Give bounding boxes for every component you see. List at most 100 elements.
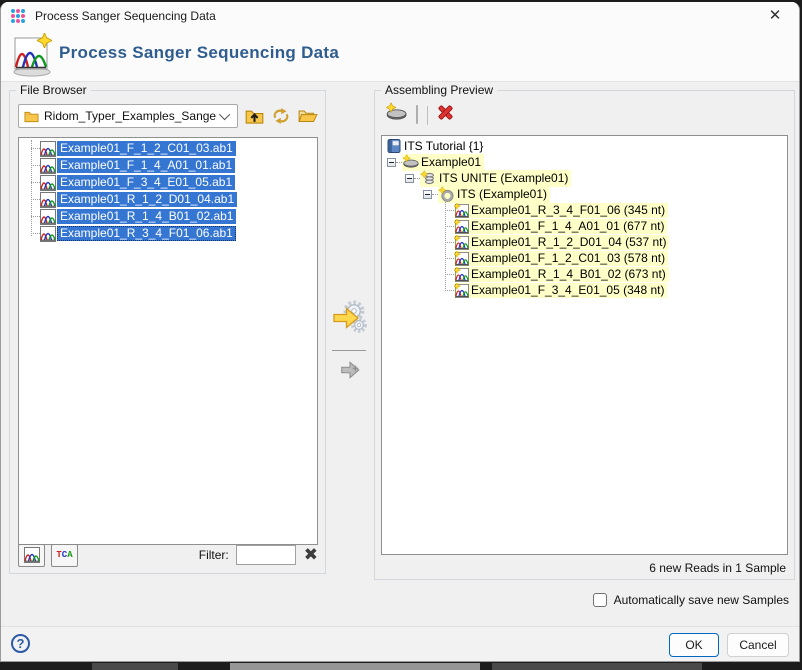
autosave-option[interactable]: Automatically save new Samples (593, 593, 789, 607)
delete-button[interactable] (437, 104, 454, 126)
folder-path-dropdown[interactable]: Ridom_Typer_Examples_Sanger_ITS/ (18, 104, 238, 128)
chevron-down-icon (219, 109, 230, 120)
tree-connector (445, 226, 454, 227)
divider (332, 350, 366, 351)
tree-row-project[interactable]: ITS Tutorial {1} (382, 138, 787, 154)
read-label: Example01_R_3_4_F01_06 (345 nt) (471, 203, 665, 217)
title-bar[interactable]: Process Sanger Sequencing Data ✕ (1, 2, 799, 30)
read-chromatogram-icon (454, 267, 469, 282)
tree-connector (445, 274, 454, 275)
tree-connector (445, 258, 454, 259)
tree-row-read[interactable]: Example01_F_3_4_E01_05 (348 nt) (382, 282, 787, 298)
new-sample-button[interactable] (385, 102, 407, 129)
cancel-button[interactable]: Cancel (727, 633, 789, 657)
show-sequence-files-toggle[interactable]: TCA (51, 544, 78, 567)
tree-row-locus[interactable]: ITS (Example01) (382, 186, 787, 202)
read-chromatogram-icon (454, 235, 469, 250)
file-browser-group-label: File Browser (16, 83, 91, 97)
tree-row-read[interactable]: Example01_F_1_4_A01_01 (677 nt) (382, 218, 787, 234)
new-sample-icon (385, 102, 407, 124)
file-browser-panel: File Browser Ridom_Typer_Examples_Sanger… (9, 90, 326, 574)
tree-connector (445, 210, 454, 211)
autosave-label: Automatically save new Samples (614, 593, 789, 607)
chromatogram-file-icon (40, 209, 56, 225)
chromatogram-filter-icon (24, 547, 40, 563)
collapse-toggle[interactable] (405, 174, 414, 183)
folder-path-value: Ridom_Typer_Examples_Sanger_ITS/ (44, 109, 217, 123)
page-title: Process Sanger Sequencing Data (59, 43, 339, 63)
file-name: Example01_R_1_4_B01_02.ab1 (57, 209, 236, 224)
preview-tree[interactable]: ITS Tutorial {1} Example01 (381, 135, 788, 555)
transfer-column (326, 90, 374, 580)
tree-row-read[interactable]: Example01_R_1_2_D01_04 (537 nt) (382, 234, 787, 250)
refresh-button[interactable] (270, 105, 292, 127)
process-sanger-dialog: Process Sanger Sequencing Data ✕ Process… (0, 2, 800, 662)
read-chromatogram-icon (454, 219, 469, 234)
close-icon[interactable]: ✕ (759, 4, 791, 28)
file-name: Example01_F_1_2_C01_03.ab1 (57, 141, 236, 156)
filter-input[interactable] (236, 545, 296, 565)
add-without-processing-button[interactable] (338, 358, 362, 382)
file-row[interactable]: Example01_R_1_4_B01_02.ab1 (19, 208, 317, 225)
scheme-icon (420, 170, 437, 187)
process-and-add-button[interactable] (331, 298, 369, 336)
folder-icon (24, 109, 39, 124)
read-chromatogram-icon (454, 251, 469, 266)
tree-row-read[interactable]: Example01_R_1_4_B01_02 (673 nt) (382, 266, 787, 282)
show-trace-files-toggle[interactable] (18, 544, 45, 567)
locus-label: ITS (Example01) (457, 187, 547, 201)
clear-filter-icon[interactable]: ✖ (304, 545, 318, 565)
tree-row-read[interactable]: Example01_F_1_2_C01_03 (578 nt) (382, 250, 787, 266)
delete-x-icon (437, 104, 454, 121)
tree-connector (31, 182, 40, 183)
sample-icon (402, 154, 419, 171)
assembling-preview-group-label: Assembling Preview (381, 83, 497, 97)
window-title: Process Sanger Sequencing Data (35, 9, 216, 23)
gray-arrow-plus-icon (339, 359, 361, 381)
tree-connector (31, 216, 40, 217)
file-row[interactable]: Example01_F_1_4_A01_01.ab1 (19, 157, 317, 174)
chromatogram-file-icon (40, 175, 56, 191)
collapse-toggle[interactable] (423, 190, 432, 199)
file-row[interactable]: Example01_F_1_2_C01_03.ab1 (19, 140, 317, 157)
app-icon (11, 9, 26, 24)
file-name: Example01_F_3_4_E01_05.ab1 (57, 175, 235, 190)
tree-row-scheme[interactable]: ITS UNITE (Example01) (382, 170, 787, 186)
file-row[interactable]: Example01_F_3_4_E01_05.ab1 (19, 174, 317, 191)
read-label: Example01_R_1_4_B01_02 (673 nt) (471, 267, 666, 281)
tree-connector (31, 165, 40, 166)
folder-up-button[interactable] (243, 105, 265, 127)
chromatogram-file-icon (40, 226, 56, 242)
button-bar: ? OK Cancel (1, 626, 799, 661)
tree-row-sample[interactable]: Example01 (382, 154, 787, 170)
ok-button[interactable]: OK (669, 633, 719, 657)
minus-icon (416, 105, 418, 124)
chromatogram-file-icon (40, 192, 56, 208)
open-folder-button[interactable] (297, 105, 319, 127)
open-folder-icon (298, 107, 318, 125)
tree-connector (31, 233, 40, 234)
help-icon[interactable]: ? (11, 634, 30, 653)
read-label: Example01_F_1_2_C01_03 (578 nt) (471, 251, 665, 265)
file-list[interactable]: Example01_F_1_2_C01_03.ab1 Example01_F_1… (18, 137, 318, 545)
autosave-checkbox[interactable] (593, 593, 607, 607)
tree-row-read[interactable]: Example01_R_3_4_F01_06 (345 nt) (382, 202, 787, 218)
assembling-preview-panel: Assembling Preview ITS Tutorial {1} (374, 90, 795, 580)
file-name: Example01_R_1_2_D01_04.ab1 (57, 192, 237, 207)
file-row[interactable]: Example01_R_3_4_F01_06.ab1 (19, 225, 317, 242)
read-chromatogram-icon (454, 283, 469, 298)
background-window-edge (0, 662, 802, 670)
tree-connector (31, 199, 40, 200)
read-label: Example01_F_3_4_E01_05 (348 nt) (471, 283, 664, 297)
file-name: Example01_F_1_4_A01_01.ab1 (57, 158, 235, 173)
chromatogram-file-icon (40, 141, 56, 157)
collapse-toggle[interactable] (387, 158, 396, 167)
chromatogram-file-icon (40, 158, 56, 174)
remove-button[interactable] (416, 106, 418, 124)
tca-icon: TCA (56, 550, 72, 560)
file-name: Example01_R_3_4_F01_06.ab1 (57, 226, 236, 241)
process-gear-arrow-icon (331, 298, 369, 336)
status-text: 6 new Reads in 1 Sample (649, 561, 786, 575)
file-row[interactable]: Example01_R_1_2_D01_04.ab1 (19, 191, 317, 208)
scheme-label: ITS UNITE (Example01) (439, 171, 568, 185)
